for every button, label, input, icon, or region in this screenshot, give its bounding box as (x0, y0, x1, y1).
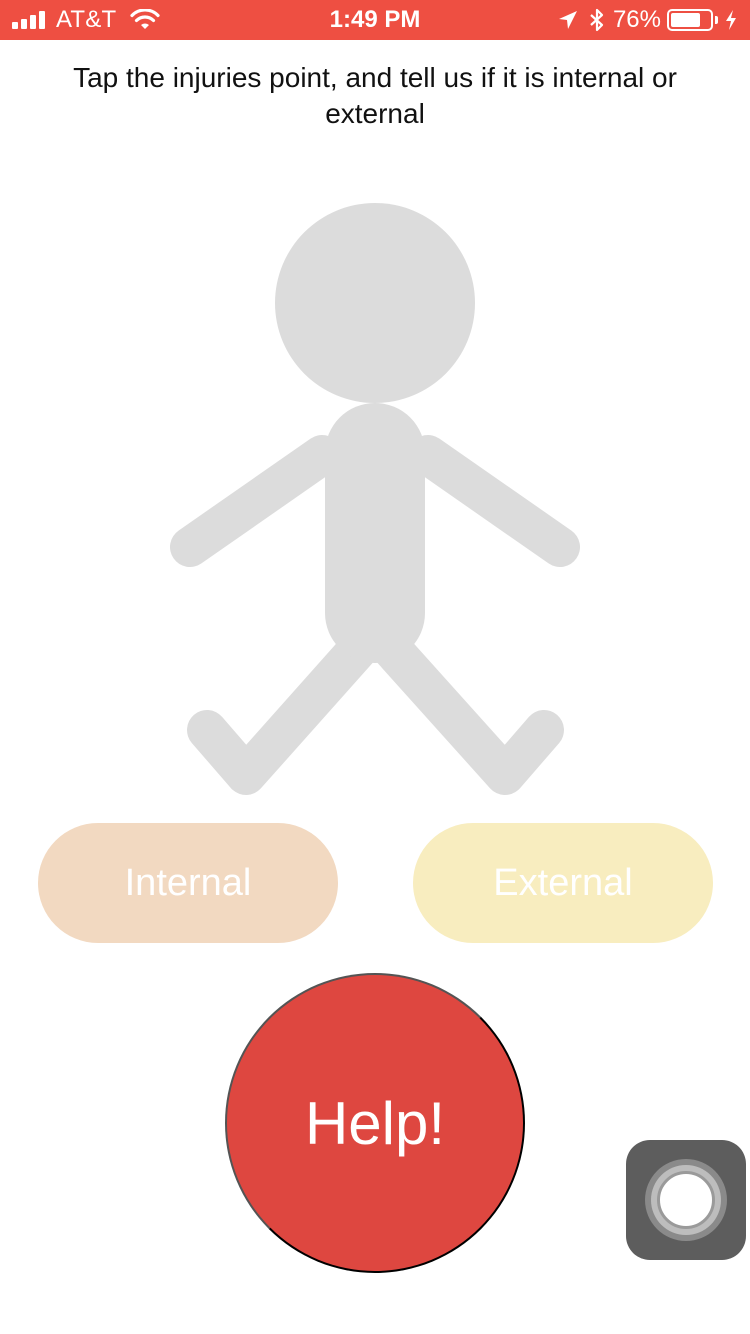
instruction-text: Tap the injuries point, and tell us if i… (73, 62, 677, 129)
body-figure[interactable] (0, 200, 750, 800)
battery-level-fill (671, 13, 700, 27)
figure-head[interactable] (275, 203, 475, 403)
internal-button[interactable]: Internal (38, 823, 338, 943)
status-bar: AT&T 1:49 PM 76% (0, 0, 750, 40)
external-button[interactable]: External (413, 823, 713, 943)
status-right: 76% (557, 6, 738, 34)
battery-cap (715, 16, 718, 24)
figure-right-arm[interactable] (408, 435, 580, 567)
injury-screen: AT&T 1:49 PM 76% Tap the injuries point,… (0, 0, 750, 1334)
assistive-touch-ring-inner (657, 1171, 715, 1229)
battery-percent: 76% (612, 6, 661, 33)
figure-left-arm[interactable] (170, 435, 342, 567)
bluetooth-icon (590, 8, 604, 32)
figure-left-leg[interactable] (187, 618, 388, 795)
battery-icon (667, 9, 713, 31)
charging-bolt-icon (726, 10, 736, 30)
figure-torso[interactable] (325, 403, 425, 663)
location-arrow-icon (558, 11, 577, 29)
help-button[interactable]: Help! (225, 973, 525, 1273)
assistive-touch-icon[interactable] (626, 1140, 746, 1260)
figure-right-leg[interactable] (362, 618, 564, 795)
